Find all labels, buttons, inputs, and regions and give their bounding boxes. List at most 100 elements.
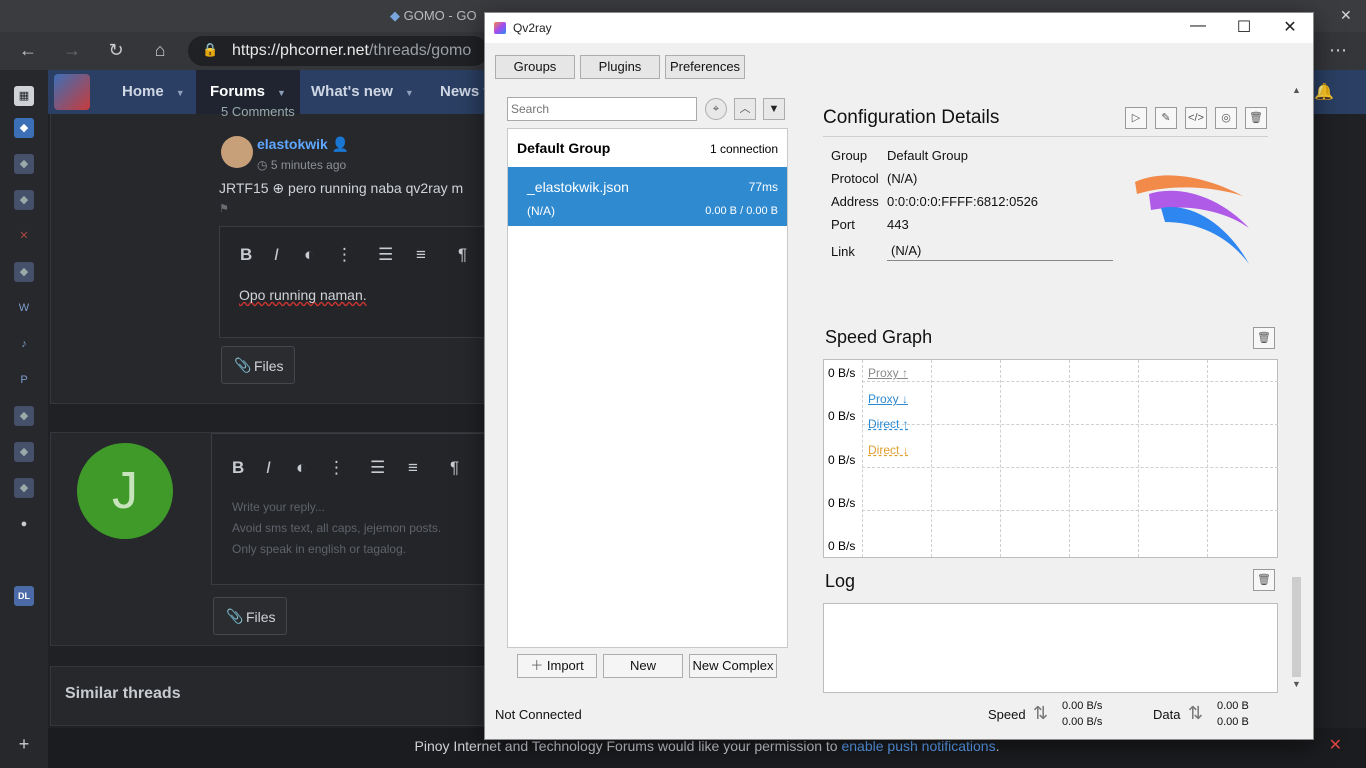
- connection-row[interactable]: _elastokwik.json 77ms (N/A) 0.00 B / 0.0…: [508, 167, 787, 226]
- comment-editor[interactable]: B I ◐ ⋮ ☰ ≡ ¶ Opo running naman.: [219, 226, 485, 338]
- files-button[interactable]: 📎 Files: [221, 346, 295, 384]
- italic-icon[interactable]: I: [274, 245, 279, 265]
- avatar: J: [77, 443, 173, 539]
- groups-button[interactable]: Groups: [495, 55, 575, 79]
- nav-home[interactable]: Home ▼: [108, 70, 199, 114]
- palette-icon[interactable]: ◐: [296, 458, 306, 478]
- speed-up-value: 0.00 B/s: [1062, 700, 1103, 712]
- delete-icon[interactable]: 🗑: [1253, 569, 1275, 591]
- user-check-icon: 👤: [331, 136, 350, 152]
- edit-icon[interactable]: ✎: [1155, 107, 1177, 129]
- site-icon[interactable]: ◆: [14, 478, 34, 498]
- config-address-value: 0:0:0:0:0:FFFF:6812:0526: [887, 194, 1039, 209]
- site-icon[interactable]: ◆: [14, 118, 34, 138]
- share-icon[interactable]: ◎: [1215, 107, 1237, 129]
- nav-whats-new[interactable]: What's new ▼: [297, 70, 428, 114]
- paragraph-icon[interactable]: ¶: [450, 458, 459, 478]
- legend-proxy-down: Proxy ↓: [868, 392, 909, 406]
- italic-icon[interactable]: I: [266, 458, 271, 478]
- forward-icon[interactable]: →: [60, 40, 84, 61]
- wordpress-icon[interactable]: W: [14, 298, 34, 318]
- more-icon[interactable]: ⋮: [336, 245, 353, 265]
- site-icon[interactable]: ◆: [14, 190, 34, 210]
- url-text: https://phcorner.net/threads/gomo: [232, 42, 472, 59]
- bell-icon[interactable]: 🔔: [1314, 82, 1334, 102]
- list-icon[interactable]: ☰: [378, 245, 393, 265]
- group-name: Default Group: [517, 140, 611, 156]
- site-icon[interactable]: ✕: [14, 226, 34, 246]
- address-bar[interactable]: 🔒 https://phcorner.net/threads/gomo: [188, 36, 488, 66]
- lock-icon: 🔒: [202, 42, 219, 57]
- new-button[interactable]: New: [603, 654, 683, 678]
- bold-icon[interactable]: B: [240, 245, 252, 265]
- import-button[interactable]: ＋ Import: [517, 654, 597, 678]
- reply-editor[interactable]: B I ◐ ⋮ ☰ ≡ ¶ Write your reply... Avoid …: [211, 433, 485, 585]
- site-icon[interactable]: DL: [14, 586, 34, 606]
- chevron-down-icon[interactable]: ▼: [763, 98, 785, 120]
- browser-sidebar: ▦ ◆ ◆ ◆ ✕ ◆ W ♪ P ◆ ◆ ◆ ● DL +: [0, 70, 48, 768]
- scroll-down-icon[interactable]: ▼: [1292, 679, 1301, 689]
- speed-graph-title: Speed Graph: [825, 327, 933, 347]
- minimize-icon[interactable]: —: [1175, 17, 1221, 35]
- link-field[interactable]: (N/A): [887, 239, 1113, 261]
- flag-icon[interactable]: ⚑: [219, 202, 229, 215]
- scroll-up-icon[interactable]: ▲: [1292, 85, 1301, 95]
- data-label: Data: [1153, 707, 1181, 722]
- github-icon[interactable]: ●: [14, 514, 34, 534]
- status-bar: Not Connected Speed ⇅ 0.00 B/s 0.00 B/s …: [485, 693, 1313, 739]
- locate-icon[interactable]: ⌖: [705, 98, 727, 120]
- legend-direct-down: Direct ↓: [868, 443, 909, 457]
- close-icon[interactable]: ✕: [1267, 17, 1313, 37]
- post-author[interactable]: elastokwik 👤: [257, 136, 349, 153]
- config-link-label: Link: [831, 244, 855, 259]
- align-icon[interactable]: ≡: [408, 458, 418, 478]
- grid-line: [1138, 360, 1139, 557]
- connection-traffic: 0.00 B / 0.00 B: [705, 205, 778, 217]
- site-icon[interactable]: ♪: [14, 334, 34, 354]
- align-icon[interactable]: ≡: [416, 245, 426, 265]
- play-icon[interactable]: ▷: [1125, 107, 1147, 129]
- maximize-icon[interactable]: ☐: [1221, 17, 1267, 37]
- group-count: 1 connection: [709, 142, 778, 156]
- group-row[interactable]: Default Group 1 connection: [508, 129, 787, 167]
- enable-push-link[interactable]: enable push notifications: [841, 738, 995, 754]
- config-group-label: Group: [831, 148, 868, 163]
- delete-icon[interactable]: 🗑: [1245, 107, 1267, 129]
- close-icon[interactable]: ✕: [1340, 7, 1352, 24]
- connection-protocol: (N/A): [527, 204, 555, 218]
- avatar[interactable]: [221, 136, 253, 168]
- grid-line: [931, 360, 932, 557]
- collapse-icon[interactable]: ︿: [734, 98, 756, 120]
- bold-icon[interactable]: B: [232, 458, 244, 478]
- scroll-track[interactable]: [1292, 99, 1301, 579]
- more-icon[interactable]: ⋮: [328, 458, 345, 478]
- search-input[interactable]: [507, 97, 697, 121]
- back-icon[interactable]: ←: [16, 40, 40, 61]
- site-logo[interactable]: [54, 74, 90, 110]
- site-icon[interactable]: ◆: [14, 406, 34, 426]
- home-icon[interactable]: ⌂: [148, 40, 172, 61]
- comments-label: 5 Comments: [221, 104, 295, 119]
- preferences-button[interactable]: Preferences: [665, 55, 745, 79]
- delete-icon[interactable]: 🗑: [1253, 327, 1275, 349]
- tab-list-icon[interactable]: ▦: [14, 86, 34, 106]
- list-icon[interactable]: ☰: [370, 458, 385, 478]
- code-icon[interactable]: </>: [1185, 107, 1207, 129]
- palette-icon[interactable]: ◐: [304, 245, 314, 265]
- site-icon[interactable]: ◆: [14, 262, 34, 282]
- files-label: Files: [246, 609, 276, 625]
- site-icon[interactable]: ◆: [14, 442, 34, 462]
- menu-icon[interactable]: ⋯: [1326, 40, 1350, 61]
- log-output[interactable]: [823, 603, 1278, 693]
- new-complex-button[interactable]: New Complex: [689, 654, 777, 678]
- add-icon[interactable]: +: [14, 734, 34, 754]
- site-icon[interactable]: ◆: [14, 154, 34, 174]
- paragraph-icon[interactable]: ¶: [458, 245, 467, 265]
- plugins-button[interactable]: Plugins: [580, 55, 660, 79]
- site-icon[interactable]: P: [14, 370, 34, 390]
- scrollbar[interactable]: ▲ ▼: [1288, 85, 1305, 691]
- reload-icon[interactable]: ↻: [104, 40, 128, 61]
- files-button[interactable]: 📎 Files: [213, 597, 287, 635]
- scroll-thumb[interactable]: [1292, 577, 1301, 677]
- close-icon[interactable]: ✕: [1329, 728, 1342, 764]
